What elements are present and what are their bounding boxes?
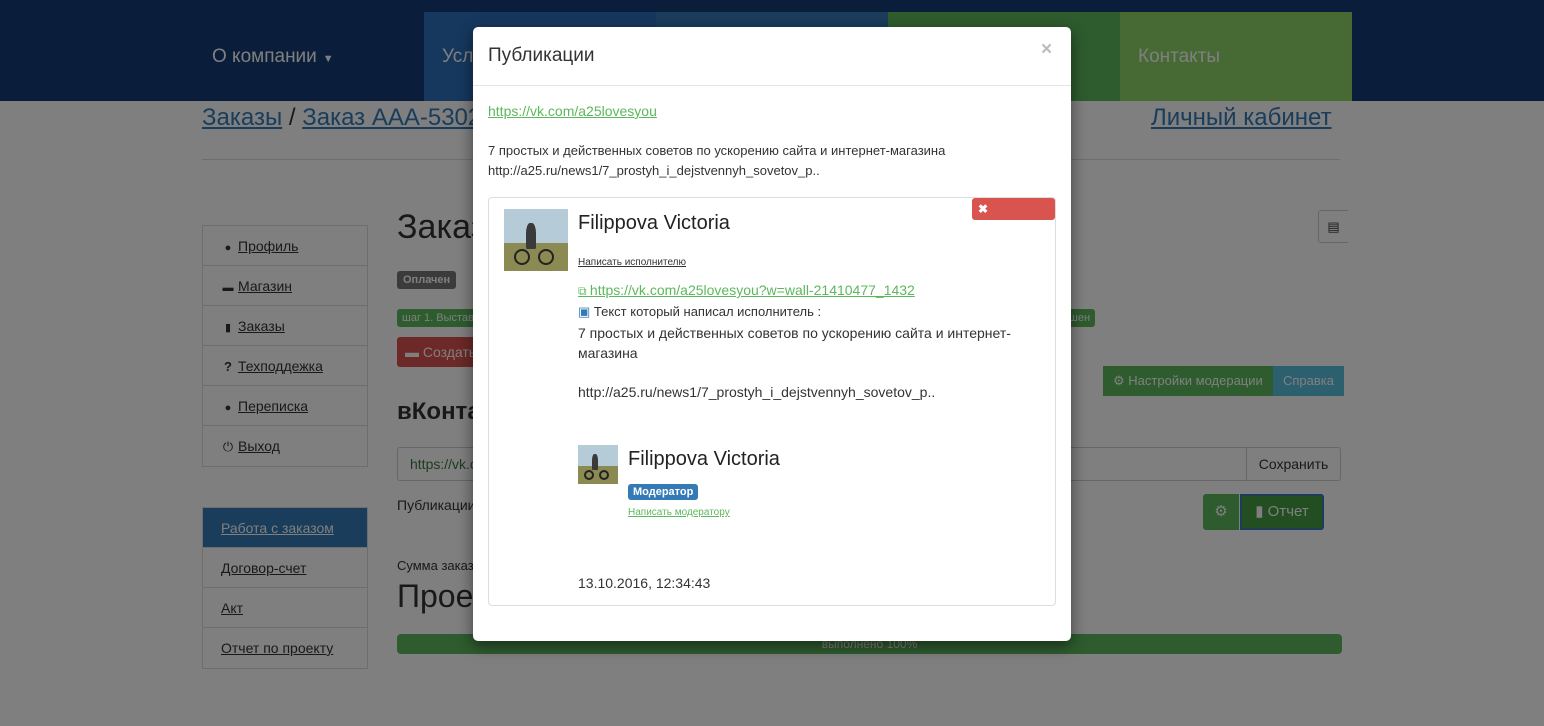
post-url: http://a25.ru/news1/7_prostyh_i_dejstven…: [578, 384, 936, 400]
post-text: 7 простых и действенных советов по ускор…: [578, 325, 1011, 361]
publication-card: ✖ Переделать Filippova Victoria Написать…: [488, 197, 1056, 606]
moderator-avatar: [578, 445, 618, 484]
avatar-wheel: [599, 470, 609, 480]
performer-name: Filippova Victoria: [578, 212, 730, 234]
publication-url: http://a25.ru/news1/7_prostyh_i_dejstven…: [488, 163, 820, 178]
avatar-person: [526, 223, 536, 249]
avatar-person: [592, 454, 598, 470]
group-link[interactable]: https://vk.com/a25lovesyou: [488, 103, 657, 119]
publications-modal: Публикации × https://vk.com/a25lovesyou …: [473, 27, 1071, 641]
copy-icon: ▣: [578, 304, 594, 319]
post-date: 13.10.2016, 12:34:43: [578, 575, 711, 591]
write-performer-link[interactable]: Написать исполнителю: [578, 257, 686, 268]
publication-title: 7 простых и действенных советов по ускор…: [488, 143, 946, 158]
avatar-wheel: [538, 249, 554, 265]
close-icon[interactable]: ×: [1041, 39, 1052, 61]
modal-header: Публикации ×: [473, 27, 1071, 86]
redo-button[interactable]: ✖ Переделать: [972, 198, 1055, 238]
post-link[interactable]: ⧉ https://vk.com/a25lovesyou?w=wall-2141…: [578, 282, 915, 299]
modal-title: Публикации: [488, 45, 595, 66]
avatar-sky: [578, 445, 618, 467]
times-icon: ✖: [978, 202, 989, 216]
avatar-sky: [504, 209, 568, 244]
post-text-label: ▣ Текст который написал исполнитель :: [578, 304, 821, 320]
moderator-badge: Модератор: [628, 484, 699, 500]
avatar-wheel: [514, 249, 530, 265]
avatar-wheel: [584, 470, 594, 480]
post-text-label-text: Текст который написал исполнитель :: [593, 304, 822, 319]
external-link-icon: ⧉: [578, 284, 590, 298]
post-link-text: https://vk.com/a25lovesyou?w=wall-214104…: [589, 282, 915, 298]
avatar: [504, 209, 568, 271]
moderator-name: Filippova Victoria: [628, 448, 780, 470]
redo-button-label: Переделать: [978, 224, 1037, 238]
publication-summary: 7 простых и действенных советов по ускор…: [488, 141, 1048, 181]
write-moderator-link[interactable]: Написать модератору: [628, 507, 730, 518]
